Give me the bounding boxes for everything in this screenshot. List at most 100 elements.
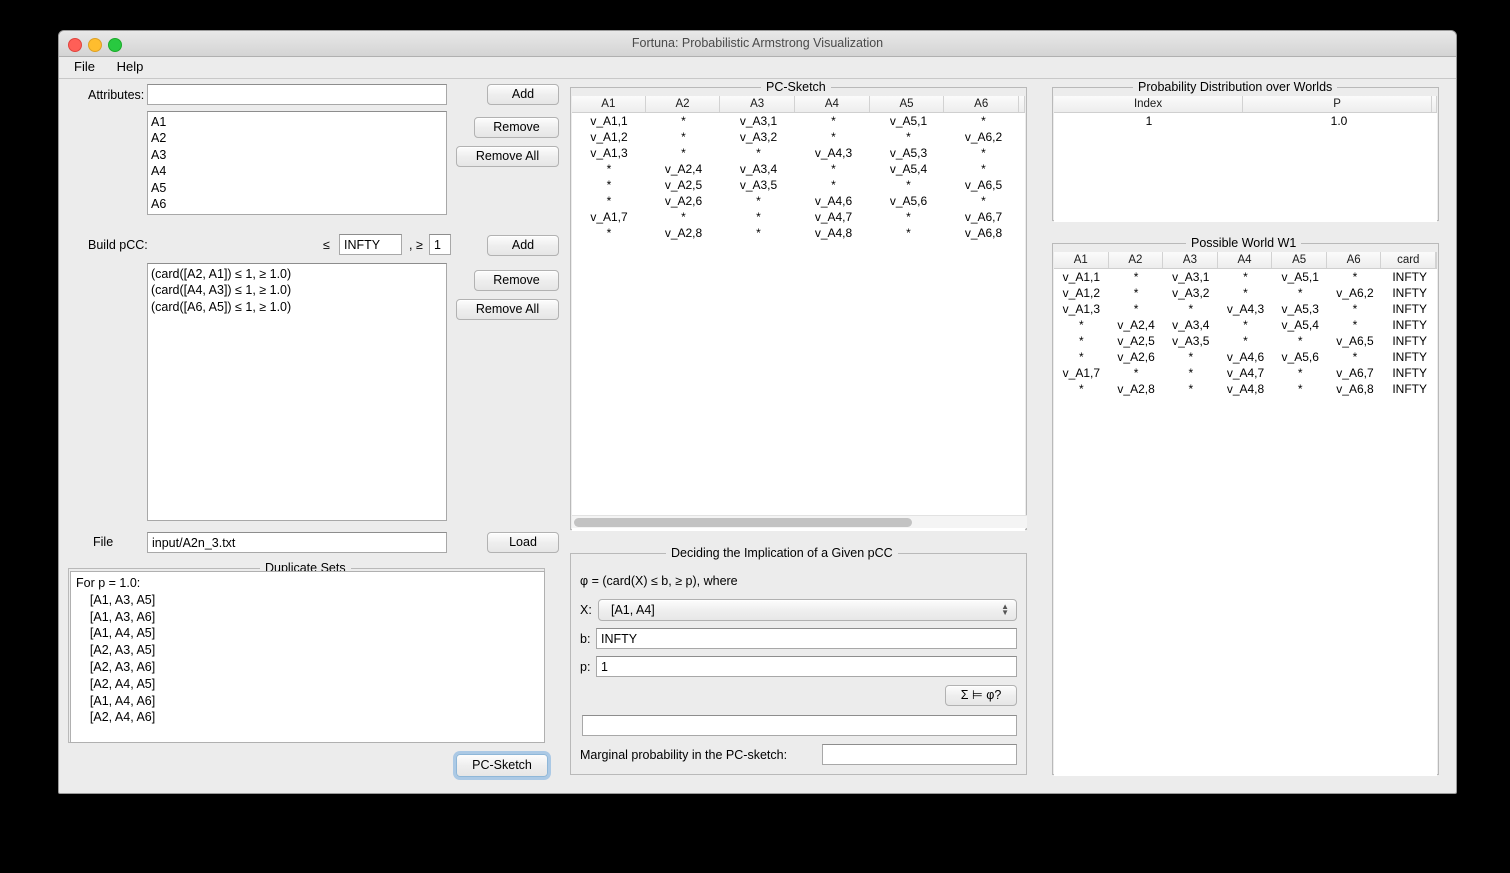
duplicate-sets-line: [A2, A4, A6] <box>76 710 156 725</box>
table-row[interactable]: * v_A2,6 * v_A4,6 v_A5,6 * INFTY <box>1054 349 1437 365</box>
close-window-button[interactable] <box>68 38 82 52</box>
load-button[interactable]: Load <box>487 532 559 553</box>
table-cell: * <box>681 146 686 160</box>
table-row[interactable]: v_A1,7 * * v_A4,7 * v_A6,7 <box>572 209 1025 225</box>
duplicate-sets-line: For p = 1.0: <box>76 576 141 590</box>
column-header[interactable]: card <box>1381 252 1437 268</box>
title-bar: Fortuna: Probabilistic Armstrong Visuali… <box>59 31 1456 57</box>
pcc-add-button[interactable]: Add <box>487 235 559 256</box>
column-header[interactable]: A4 <box>795 96 870 112</box>
table-cell: * <box>981 146 986 160</box>
attributes-remove-button[interactable]: Remove <box>474 117 559 138</box>
table-row[interactable]: v_A1,3 * * v_A4,3 v_A5,3 * INFTY <box>1054 301 1437 317</box>
menu-file[interactable]: File <box>65 57 104 78</box>
table-row[interactable]: * v_A2,5 v_A3,5 * * v_A6,5 INFTY <box>1054 333 1437 349</box>
table-row[interactable]: v_A1,3 * * v_A4,3 v_A5,3 * <box>572 145 1025 161</box>
attributes-list[interactable]: A1 A2 A3 A4 A5 A6 <box>147 111 447 215</box>
app-window: Fortuna: Probabilistic Armstrong Visuali… <box>58 30 1457 794</box>
pc-sketch-table-body[interactable]: v_A1,1 * v_A3,1 * v_A5,1 * v_A1,2 * v_A3,2 * * v_A6… <box>572 113 1025 531</box>
table-cell: v_A6,8 <box>964 226 1003 240</box>
pc-sketch-button[interactable]: PC-Sketch <box>456 754 548 777</box>
table-cell: v_A2,4 <box>1117 318 1155 332</box>
duplicate-sets-textarea[interactable]: For p = 1.0: [A1, A3, A5] [A1, A3, A6] [… <box>70 571 545 743</box>
implication-formula: φ = (card(X) ≤ b, ≥ p), where <box>580 574 738 588</box>
list-item[interactable]: A3 <box>151 147 443 163</box>
probability-distribution-table-body[interactable]: 1 1.0 <box>1054 113 1437 222</box>
table-cell: INFTY <box>1392 270 1427 284</box>
table-row[interactable]: v_A1,2 * v_A3,2 * * v_A6,2 INFTY <box>1054 285 1437 301</box>
table-row[interactable]: * v_A2,5 v_A3,5 * * v_A6,5 <box>572 177 1025 193</box>
list-item[interactable]: A2 <box>151 130 443 146</box>
column-header[interactable]: A6 <box>944 96 1020 112</box>
table-row[interactable]: * v_A2,8 * v_A4,8 * v_A6,8 INFTY <box>1054 381 1437 397</box>
list-item[interactable]: (card([A4, A3]) ≤ 1, ≥ 1.0) <box>151 282 443 298</box>
table-row[interactable]: 1 1.0 <box>1054 113 1437 129</box>
file-path-input[interactable]: input/A2n_3.txt <box>147 532 447 553</box>
column-header-filler <box>1019 96 1026 112</box>
implication-x-combo[interactable]: [A1, A4] ▲ ▼ <box>598 599 1017 621</box>
table-row[interactable]: * v_A2,6 * v_A4,6 v_A5,6 * <box>572 193 1025 209</box>
column-header[interactable]: A6 <box>1327 252 1382 268</box>
list-item[interactable]: A5 <box>151 180 443 196</box>
table-cell: v_A6,5 <box>964 178 1003 192</box>
column-header[interactable]: P <box>1243 96 1433 112</box>
list-item[interactable]: A6 <box>151 196 443 212</box>
menu-help[interactable]: Help <box>108 57 153 78</box>
pcc-list[interactable]: (card([A2, A1]) ≤ 1, ≥ 1.0) (card([A4, A… <box>147 263 447 521</box>
table-cell: v_A3,2 <box>739 130 778 144</box>
list-item[interactable]: A1 <box>151 114 443 130</box>
possible-world-table-body[interactable]: v_A1,1 * v_A3,1 * v_A5,1 * INFTY v_A1,2 * v_A3,2 *… <box>1054 269 1437 776</box>
table-row[interactable]: v_A1,7 * * v_A4,7 * v_A6,7 INFTY <box>1054 365 1437 381</box>
column-header[interactable]: A1 <box>572 96 646 112</box>
implication-b-input[interactable]: INFTY <box>596 628 1017 649</box>
table-cell: v_A1,1 <box>1062 270 1101 284</box>
column-header[interactable]: A5 <box>870 96 945 112</box>
table-row[interactable]: * v_A2,4 v_A3,4 * v_A5,4 * <box>572 161 1025 177</box>
column-header[interactable]: A1 <box>1054 252 1109 268</box>
table-cell: * <box>1079 318 1084 332</box>
list-item[interactable]: A4 <box>151 163 443 179</box>
table-row[interactable]: * v_A2,8 * v_A4,8 * v_A6,8 <box>572 225 1025 241</box>
table-cell: * <box>906 210 911 224</box>
table-row[interactable]: v_A1,2 * v_A3,2 * * v_A6,2 <box>572 129 1025 145</box>
possible-world-title: Possible World W1 <box>1186 236 1302 250</box>
table-cell: v_A3,5 <box>739 178 778 192</box>
table-cell: * <box>606 178 612 192</box>
column-header[interactable]: A4 <box>1218 252 1273 268</box>
maximize-window-button[interactable] <box>108 38 122 52</box>
list-item[interactable]: (card([A6, A5]) ≤ 1, ≥ 1.0) <box>151 299 443 315</box>
possible-world-group: Possible World W1 A1 A2 A3 A4 A5 A6 card… <box>1052 236 1439 776</box>
attributes-remove-all-button[interactable]: Remove All <box>456 146 559 167</box>
attributes-input[interactable] <box>147 84 447 105</box>
pcc-remove-all-button[interactable]: Remove All <box>456 299 559 320</box>
table-cell: * <box>756 194 761 208</box>
table-row[interactable]: v_A1,1 * v_A3,1 * v_A5,1 * <box>572 113 1025 129</box>
column-header[interactable]: A3 <box>1163 252 1218 268</box>
table-cell: v_A1,3 <box>1062 302 1101 316</box>
implication-x-value: [A1, A4] <box>611 603 655 617</box>
build-pcc-b-input[interactable]: INFTY <box>339 234 402 255</box>
column-header[interactable]: Index <box>1054 96 1244 112</box>
column-header[interactable]: A2 <box>646 96 721 112</box>
scrollbar-thumb[interactable] <box>574 518 912 527</box>
build-pcc-p-input[interactable]: 1 <box>429 234 451 255</box>
entails-button[interactable]: Σ ⊨ φ? <box>945 685 1017 706</box>
column-header[interactable]: A5 <box>1272 252 1327 268</box>
table-cell: v_A2,5 <box>1117 334 1155 348</box>
table-row[interactable]: * v_A2,4 v_A3,4 * v_A5,4 * INFTY <box>1054 317 1437 333</box>
column-header[interactable]: A3 <box>720 96 796 112</box>
list-item[interactable]: (card([A2, A1]) ≤ 1, ≥ 1.0) <box>151 266 443 282</box>
table-cell: v_A5,1 <box>1281 270 1319 284</box>
pc-sketch-table: A1 A2 A3 A4 A5 A6 v_A1,1 * v_A3,1 * v_A5,1 * v… <box>572 96 1026 531</box>
marginal-probability-field <box>822 744 1017 765</box>
implication-p-input[interactable]: 1 <box>596 656 1017 677</box>
table-row[interactable]: v_A1,1 * v_A3,1 * v_A5,1 * INFTY <box>1054 269 1437 285</box>
attributes-add-button[interactable]: Add <box>487 84 559 105</box>
build-pcc-label: Build pCC: <box>88 238 148 252</box>
minimize-window-button[interactable] <box>88 38 102 52</box>
column-header[interactable]: A2 <box>1109 252 1164 268</box>
pc-sketch-horizontal-scrollbar[interactable] <box>572 515 1027 528</box>
table-cell: * <box>606 194 612 208</box>
table-cell: * <box>1243 286 1248 300</box>
pcc-remove-button[interactable]: Remove <box>474 270 559 291</box>
